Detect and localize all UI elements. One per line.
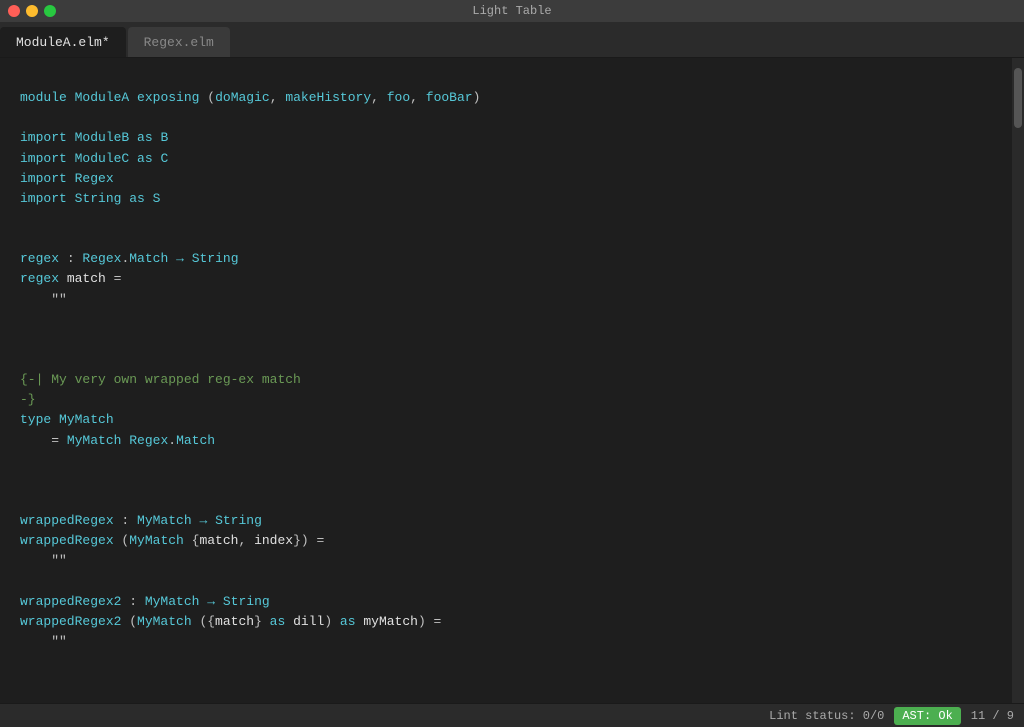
tab-bar: ModuleA.elm* Regex.elm — [0, 22, 1024, 58]
title-bar: Light Table — [0, 0, 1024, 22]
tab-label-regex: Regex.elm — [144, 35, 214, 50]
scroll-thumb[interactable] — [1014, 68, 1022, 128]
close-button[interactable] — [8, 5, 20, 17]
ast-badge: AST: Ok — [894, 707, 960, 725]
tab-regex[interactable]: Regex.elm — [128, 27, 230, 57]
window-controls — [8, 5, 56, 17]
tab-label-moduleA: ModuleA.elm* — [16, 35, 110, 50]
tab-moduleA[interactable]: ModuleA.elm* — [0, 27, 126, 57]
code-content: module ModuleA exposing (doMagic, makeHi… — [20, 68, 1002, 703]
maximize-button[interactable] — [44, 5, 56, 17]
editor-container: module ModuleA exposing (doMagic, makeHi… — [0, 58, 1024, 703]
scrollbar[interactable] — [1012, 58, 1024, 703]
code-area[interactable]: module ModuleA exposing (doMagic, makeHi… — [0, 58, 1012, 703]
minimize-button[interactable] — [26, 5, 38, 17]
page-number: 11 / 9 — [971, 709, 1014, 723]
app-title: Light Table — [472, 4, 551, 18]
status-bar: Lint status: 0/0 AST: Ok 11 / 9 — [0, 703, 1024, 727]
lint-status: Lint status: 0/0 — [769, 709, 884, 723]
